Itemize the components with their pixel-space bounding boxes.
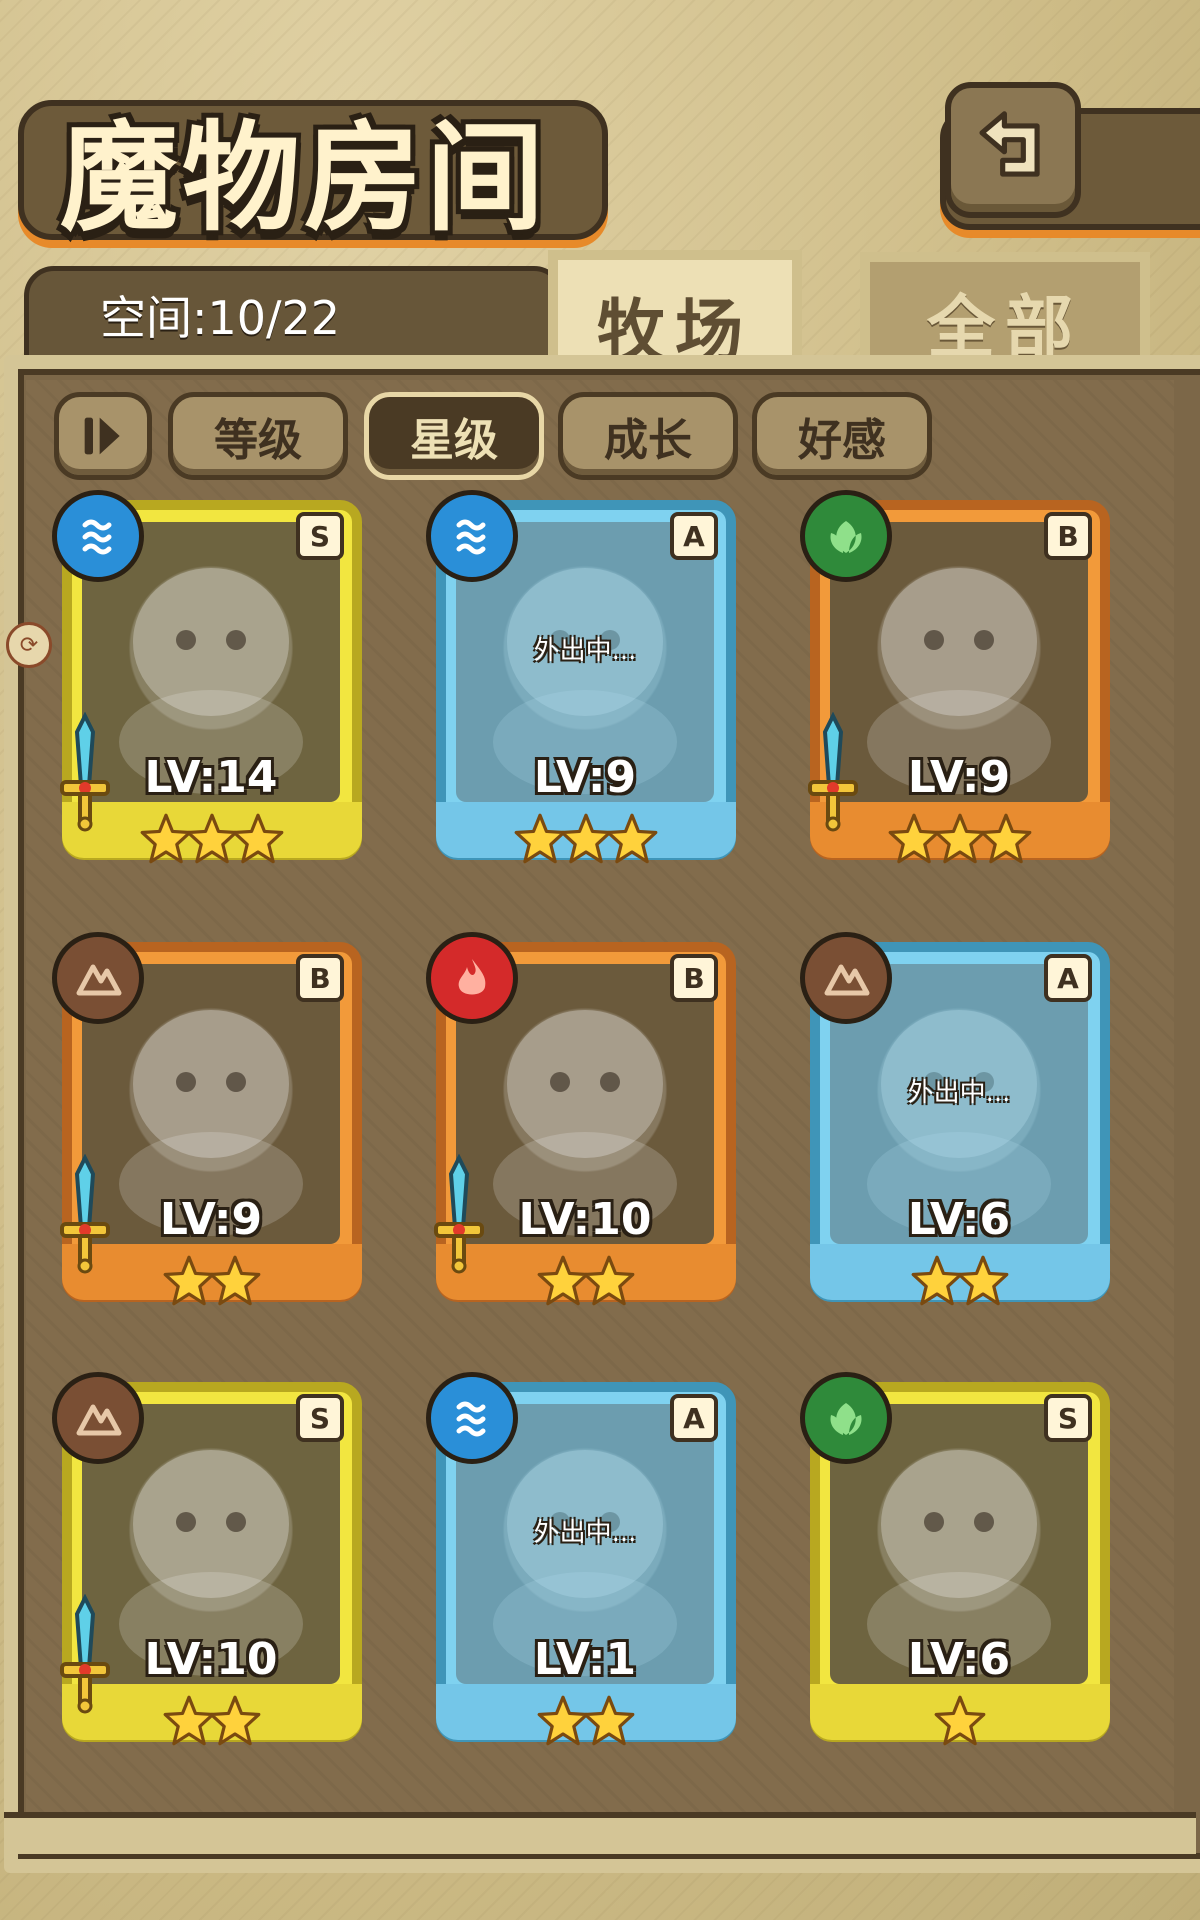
- filter-affection-button[interactable]: 好感: [752, 392, 932, 480]
- star-icon: [583, 1695, 635, 1746]
- water-element-icon: [52, 490, 144, 582]
- star-icon: [209, 1255, 261, 1306]
- water-element-icon: [426, 490, 518, 582]
- star-icon: [957, 1255, 1009, 1306]
- monster-card[interactable]: A 外出中... LV:9: [426, 490, 746, 880]
- monster-level: LV:1: [533, 1634, 637, 1685]
- weapon-sword-icon: [60, 1154, 110, 1274]
- monster-card[interactable]: A 外出中... LV:6: [800, 932, 1120, 1322]
- sort-order-button[interactable]: [54, 392, 152, 480]
- filter-star-label: 星级: [410, 415, 498, 466]
- monster-level: LV:9: [907, 752, 1011, 803]
- star-rating: [800, 1254, 1120, 1312]
- rank-badge: B: [670, 954, 718, 1002]
- monster-card[interactable]: B LV:9: [52, 932, 372, 1322]
- monster-level: LV:10: [144, 1634, 278, 1685]
- monster-level: LV:9: [533, 752, 637, 803]
- star-icon: [583, 1255, 635, 1306]
- monster-card[interactable]: S LV:6: [800, 1372, 1120, 1762]
- filter-growth-button[interactable]: 成长: [558, 392, 738, 480]
- grass-element-icon: [800, 1372, 892, 1464]
- away-status: 外出中...: [907, 1078, 1011, 1108]
- rank-badge: S: [296, 1394, 344, 1442]
- space-counter: 空间:10/22: [100, 291, 341, 345]
- star-icon: [232, 813, 284, 864]
- weapon-sword-icon: [808, 712, 858, 832]
- rank-badge: B: [296, 954, 344, 1002]
- away-status: 外出中...: [533, 636, 637, 666]
- star-icon: [980, 813, 1032, 864]
- star-rating: [800, 1694, 1120, 1752]
- grass-element-icon: [800, 490, 892, 582]
- earth-element-icon: [52, 932, 144, 1024]
- monster-level: LV:6: [907, 1634, 1011, 1685]
- back-button[interactable]: [945, 82, 1081, 218]
- rank-badge: B: [1044, 512, 1092, 560]
- monster-level: LV:9: [159, 1194, 263, 1245]
- filter-growth-label: 成长: [604, 415, 692, 466]
- star-rating: [426, 1694, 746, 1752]
- weapon-sword-icon: [60, 712, 110, 832]
- monster-level: LV:14: [144, 752, 278, 803]
- filter-level-label: 等级: [214, 415, 302, 466]
- rank-badge: A: [670, 512, 718, 560]
- star-rating: [426, 812, 746, 870]
- filter-star-button[interactable]: 星级: [364, 392, 544, 480]
- page-title: 魔物房间: [60, 109, 549, 247]
- weapon-sword-icon: [60, 1594, 110, 1714]
- side-collapse-icon[interactable]: ⟳: [6, 622, 52, 668]
- rank-badge: A: [1044, 954, 1092, 1002]
- star-icon: [934, 1695, 986, 1746]
- away-status: 外出中...: [533, 1518, 637, 1548]
- monster-level: LV:10: [518, 1194, 652, 1245]
- rank-badge: S: [296, 512, 344, 560]
- fire-element-icon: [426, 932, 518, 1024]
- earth-element-icon: [800, 932, 892, 1024]
- monster-card[interactable]: S LV:14: [52, 490, 372, 880]
- monster-card[interactable]: S LV:10: [52, 1372, 372, 1762]
- monster-card[interactable]: A 外出中... LV:1: [426, 1372, 746, 1762]
- weapon-sword-icon: [434, 1154, 484, 1274]
- filter-level-button[interactable]: 等级: [168, 392, 348, 480]
- monster-level: LV:6: [907, 1194, 1011, 1245]
- filter-affection-label: 好感: [798, 415, 886, 466]
- water-element-icon: [426, 1372, 518, 1464]
- monster-card[interactable]: B LV:9: [800, 490, 1120, 880]
- panel-bottom-edge: [4, 1812, 1196, 1854]
- earth-element-icon: [52, 1372, 144, 1464]
- monster-card[interactable]: B LV:10: [426, 932, 746, 1322]
- rank-badge: A: [670, 1394, 718, 1442]
- rank-badge: S: [1044, 1394, 1092, 1442]
- star-icon: [209, 1695, 261, 1746]
- star-icon: [606, 813, 658, 864]
- sort-order-icon: [84, 417, 120, 455]
- back-arrow-icon: [979, 111, 1040, 177]
